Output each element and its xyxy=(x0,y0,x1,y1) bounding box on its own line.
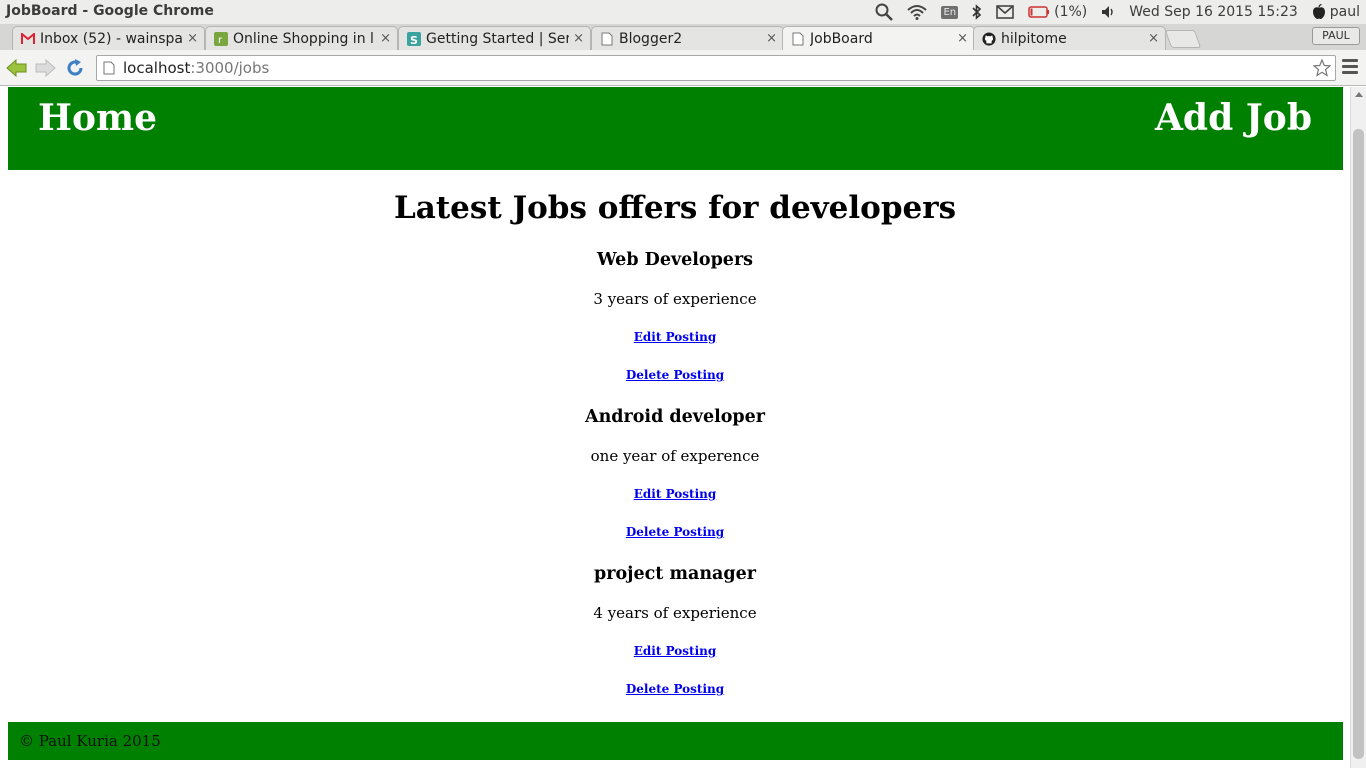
forward-arrow-icon xyxy=(35,58,56,78)
copyright-text: © Paul Kuria 2015 xyxy=(19,732,161,750)
os-top-bar: JobBoard - Google Chrome En (1%) Wed Sep… xyxy=(0,0,1366,24)
page-viewport: Home Add Job Latest Jobs offers for deve… xyxy=(0,87,1350,768)
tab-label: Inbox (52) - wainspa xyxy=(40,30,184,47)
tab-blogger2[interactable]: Blogger2 × xyxy=(591,26,784,50)
reload-icon xyxy=(67,59,83,76)
wifi-icon[interactable] xyxy=(907,4,928,20)
store-icon: r xyxy=(214,31,228,46)
forward-button[interactable] xyxy=(33,56,57,80)
close-tab-icon[interactable]: × xyxy=(766,31,777,46)
close-tab-icon[interactable]: × xyxy=(1148,31,1159,46)
tab-jobboard[interactable]: JobBoard × xyxy=(782,26,975,50)
page-icon xyxy=(103,61,115,75)
tab-label: Online Shopping in l xyxy=(233,30,374,47)
apple-icon xyxy=(1312,4,1325,19)
battery-icon xyxy=(1028,6,1050,18)
volume-icon[interactable] xyxy=(1101,5,1115,19)
job-title: project manager xyxy=(594,564,756,584)
reload-button[interactable] xyxy=(63,56,87,80)
keyboard-layout-indicator[interactable]: En xyxy=(941,5,959,19)
edit-posting-link[interactable]: Edit Posting xyxy=(634,644,717,658)
url-host: localhost xyxy=(123,59,191,77)
search-icon[interactable] xyxy=(875,3,894,21)
profile-button[interactable]: PAUL xyxy=(1312,27,1360,45)
page-icon xyxy=(791,32,805,46)
vertical-scrollbar[interactable] xyxy=(1350,87,1366,768)
url-path: :3000/jobs xyxy=(190,59,270,77)
close-tab-icon[interactable]: × xyxy=(380,31,391,46)
job-description: one year of experence xyxy=(590,447,760,465)
job-description: 3 years of experience xyxy=(593,290,757,308)
back-arrow-icon xyxy=(6,58,27,78)
svg-text:S: S xyxy=(410,34,418,46)
site-footer: © Paul Kuria 2015 xyxy=(8,722,1343,760)
system-tray: En (1%) Wed Sep 16 2015 15:23 paul xyxy=(875,0,1360,24)
edit-posting-link[interactable]: Edit Posting xyxy=(634,487,717,501)
close-tab-icon[interactable]: × xyxy=(573,31,584,46)
bookmark-star-icon[interactable] xyxy=(1312,58,1332,81)
delete-posting-link[interactable]: Delete Posting xyxy=(626,682,724,696)
job-title: Android developer xyxy=(585,407,765,427)
battery-indicator[interactable]: (1%) xyxy=(1028,4,1087,20)
new-tab-button[interactable] xyxy=(1164,30,1202,48)
home-link[interactable]: Home xyxy=(38,97,157,139)
tab-strip: Inbox (52) - wainspa × r Online Shopping… xyxy=(0,24,1366,50)
tab-label: Getting Started | Ser xyxy=(426,30,570,47)
bluetooth-icon[interactable] xyxy=(972,4,982,20)
tab-gmail[interactable]: Inbox (52) - wainspa × xyxy=(12,26,205,50)
page-title: Latest Jobs offers for developers xyxy=(393,190,957,226)
page-icon xyxy=(600,32,614,46)
add-job-link[interactable]: Add Job xyxy=(1155,97,1312,139)
mail-icon[interactable] xyxy=(996,5,1014,19)
site-header: Home Add Job xyxy=(8,87,1343,170)
chrome-menu-icon[interactable] xyxy=(1342,59,1358,77)
clock[interactable]: Wed Sep 16 2015 15:23 xyxy=(1129,4,1298,20)
job-description: 4 years of experience xyxy=(593,604,757,622)
scroll-up-arrow-icon[interactable] xyxy=(1355,92,1363,97)
battery-percent: (1%) xyxy=(1054,4,1088,20)
github-icon xyxy=(982,31,996,46)
s-icon: S xyxy=(407,31,421,46)
browser-toolbar: localhost:3000/jobs xyxy=(0,50,1366,86)
address-bar[interactable]: localhost:3000/jobs xyxy=(96,55,1336,81)
tab-label: Blogger2 xyxy=(619,30,683,47)
close-tab-icon[interactable]: × xyxy=(957,31,968,46)
user-name: paul xyxy=(1329,4,1360,20)
back-button[interactable] xyxy=(5,56,29,80)
scrollbar-thumb[interactable] xyxy=(1353,129,1364,759)
delete-posting-link[interactable]: Delete Posting xyxy=(626,525,724,539)
tab-label: hilpitome xyxy=(1001,30,1067,47)
tab-online-shopping[interactable]: r Online Shopping in l × xyxy=(205,26,398,50)
edit-posting-link[interactable]: Edit Posting xyxy=(634,330,717,344)
tab-hilpitome[interactable]: hilpitome × xyxy=(973,26,1166,50)
tab-getting-started[interactable]: S Getting Started | Ser × xyxy=(398,26,591,50)
window-title: JobBoard - Google Chrome xyxy=(6,3,214,19)
delete-posting-link[interactable]: Delete Posting xyxy=(626,368,724,382)
close-tab-icon[interactable]: × xyxy=(187,31,198,46)
job-title: Web Developers xyxy=(596,250,754,270)
tab-label: JobBoard xyxy=(810,30,873,47)
user-menu[interactable]: paul xyxy=(1312,4,1360,20)
gmail-icon xyxy=(21,32,35,46)
